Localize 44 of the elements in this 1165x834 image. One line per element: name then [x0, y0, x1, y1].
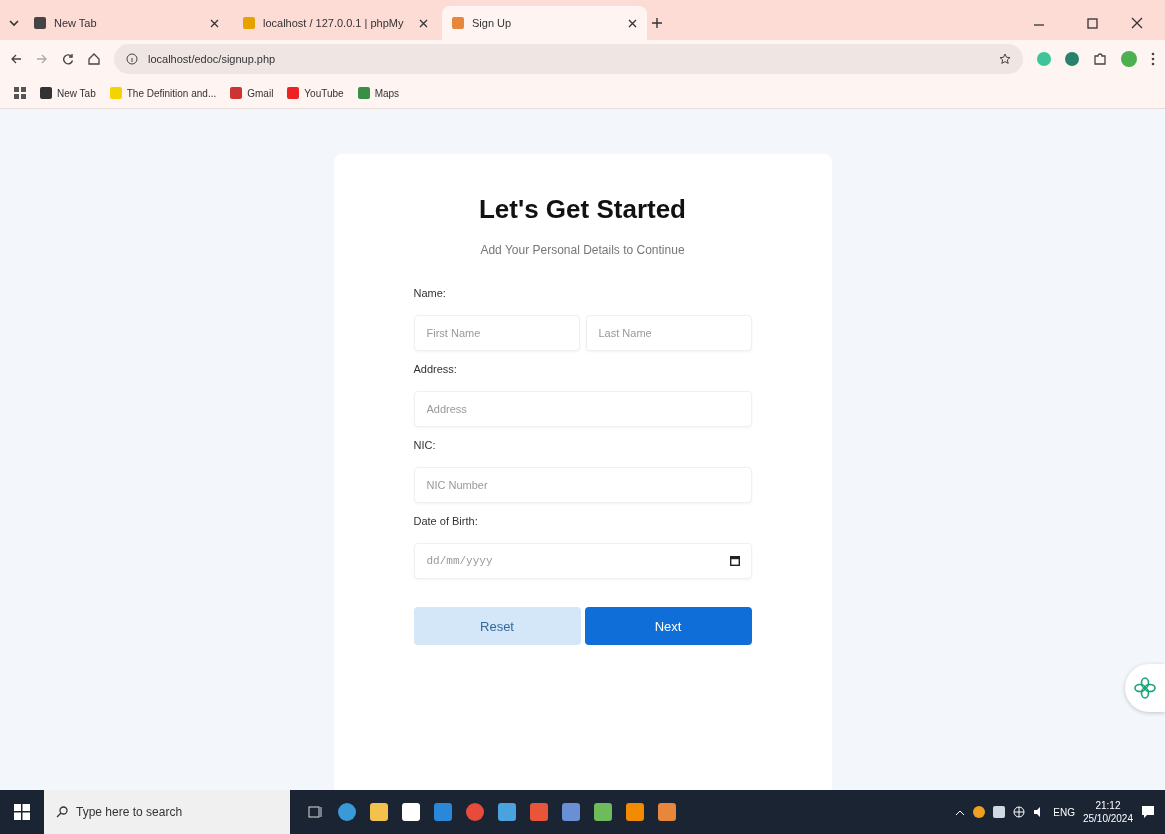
info-icon	[126, 53, 138, 65]
bookmark-link[interactable]: The Definition and...	[126, 87, 217, 99]
field-label: NIC:	[413, 439, 437, 451]
bookmark-link[interactable]: Maps	[374, 87, 400, 99]
bookmark-link[interactable]: Gmail	[247, 87, 274, 99]
flower-icon	[1134, 677, 1156, 699]
input-field[interactable]: Address	[413, 391, 752, 427]
assistant-button[interactable]	[1125, 664, 1165, 712]
back-icon[interactable]	[10, 53, 22, 65]
close-icon[interactable]	[419, 18, 428, 28]
input-field[interactable]: NIC Number	[413, 467, 752, 503]
task-view-icon[interactable]	[308, 805, 324, 819]
input-field[interactable]: First Name	[413, 315, 580, 351]
form-subtitle: Add Your Personal Details to Continue	[480, 243, 685, 257]
date-field[interactable]: dd/mm/yyyy	[413, 543, 752, 579]
field-label: Date of Birth:	[413, 515, 479, 527]
windows-icon[interactable]	[14, 804, 30, 820]
bookmark-link[interactable]: New Tab	[57, 87, 96, 99]
search-icon	[56, 806, 68, 818]
browser-tab[interactable]: localhost / 127.0.0.1 | phpMy	[233, 6, 438, 40]
close-icon[interactable]	[210, 18, 219, 28]
taskbar-search-field[interactable]: Type here to search	[44, 790, 290, 834]
clock[interactable]: 21:12 25/10/2024	[1082, 799, 1133, 825]
menu-icon[interactable]	[1151, 52, 1155, 66]
input-field[interactable]: Last Name	[585, 315, 752, 351]
apps-grid-icon[interactable]	[14, 87, 26, 99]
next-button[interactable]: Next	[584, 607, 752, 645]
bookmark-link[interactable]: YouTube	[304, 87, 344, 99]
star-icon[interactable]	[999, 53, 1011, 65]
close-icon[interactable]	[628, 18, 637, 28]
browser-tab[interactable]: Sign Up	[442, 6, 647, 40]
profile-avatar	[1121, 51, 1137, 67]
field-label: Address:	[413, 363, 458, 375]
field-label: Name:	[413, 287, 447, 299]
browser-tab[interactable]: New Tab	[24, 6, 229, 40]
reset-button[interactable]: Reset	[413, 607, 581, 645]
reload-icon[interactable]	[62, 53, 74, 65]
form-title: Let's Get Started	[479, 194, 686, 225]
chevron-up-icon[interactable]	[955, 808, 966, 816]
home-icon[interactable]	[88, 53, 100, 65]
calendar-icon[interactable]	[729, 555, 740, 566]
address-bar[interactable]: localhost/edoc/signup.php	[114, 44, 1023, 74]
notification-icon[interactable]	[1141, 805, 1155, 819]
language-indicator[interactable]: ENG	[1053, 806, 1075, 818]
